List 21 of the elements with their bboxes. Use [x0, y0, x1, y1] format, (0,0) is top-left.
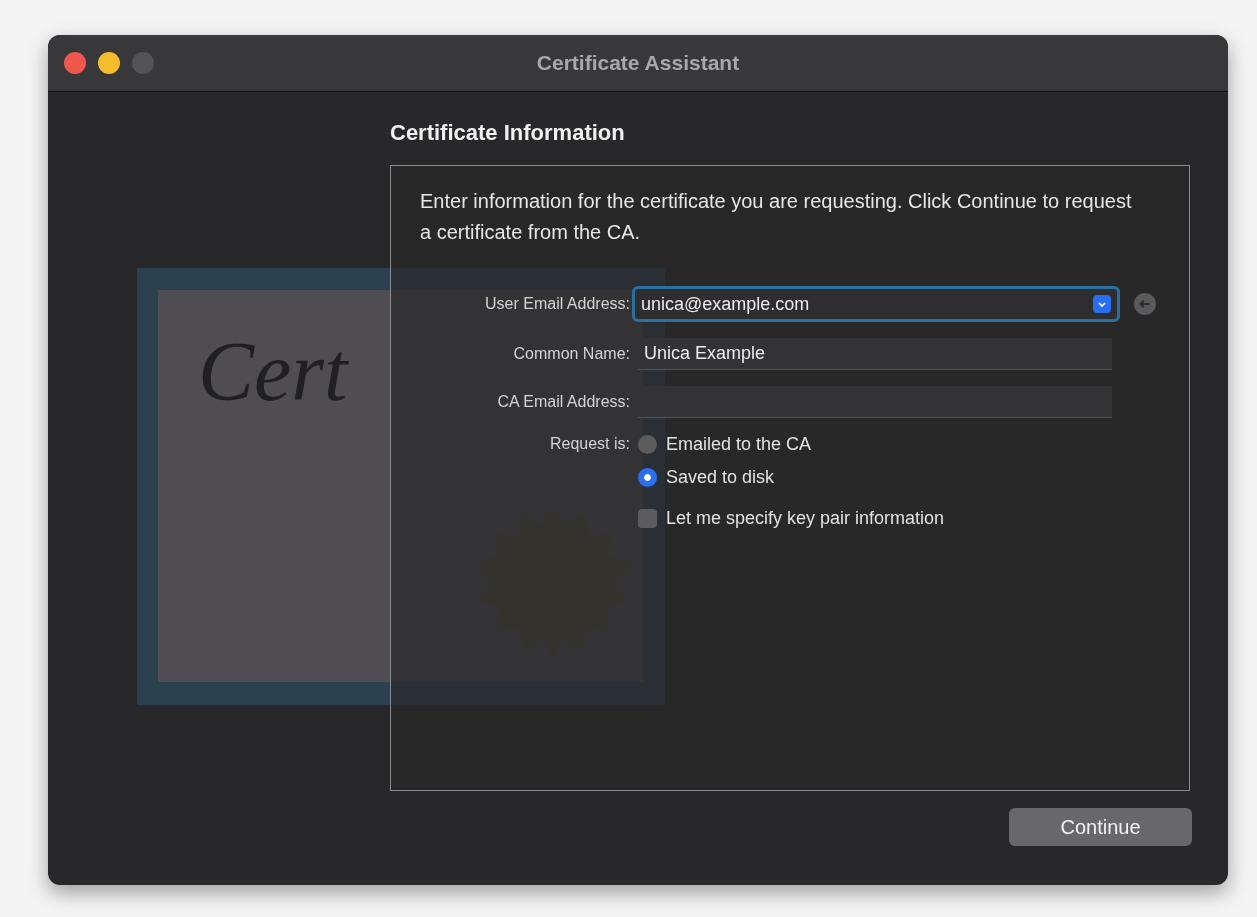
dropdown-chevron-icon[interactable] [1093, 295, 1111, 313]
field-label: User Email Address: [484, 295, 630, 313]
minimize-button[interactable] [98, 52, 120, 74]
radio-button[interactable] [638, 435, 657, 454]
text-field[interactable] [638, 386, 1112, 418]
zoom-button[interactable] [132, 52, 154, 74]
instruction-text: Enter information for the certificate you are requesting. Click Continue to request a certificate from the CA. [420, 189, 1133, 245]
continue-button[interactable]: Continue [1009, 808, 1192, 846]
email-combo-field[interactable]: unica@example.com [632, 286, 1120, 322]
field-label: Common Name: [512, 345, 630, 363]
section-heading: Certificate Information [390, 120, 626, 147]
field-label: Request is: [548, 434, 630, 453]
close-button[interactable] [64, 52, 86, 74]
radio-button[interactable] [638, 468, 657, 487]
checkbox-label: Let me specify key pair information [666, 508, 945, 529]
window-title: Certificate Assistant [536, 51, 740, 75]
field-label: CA Email Address: [496, 393, 630, 411]
radio-label: Emailed to the CA [666, 434, 812, 455]
radio-label: Saved to disk [666, 467, 775, 488]
text-field[interactable]: Unica Example [638, 338, 1112, 370]
checkbox[interactable] [638, 509, 657, 528]
